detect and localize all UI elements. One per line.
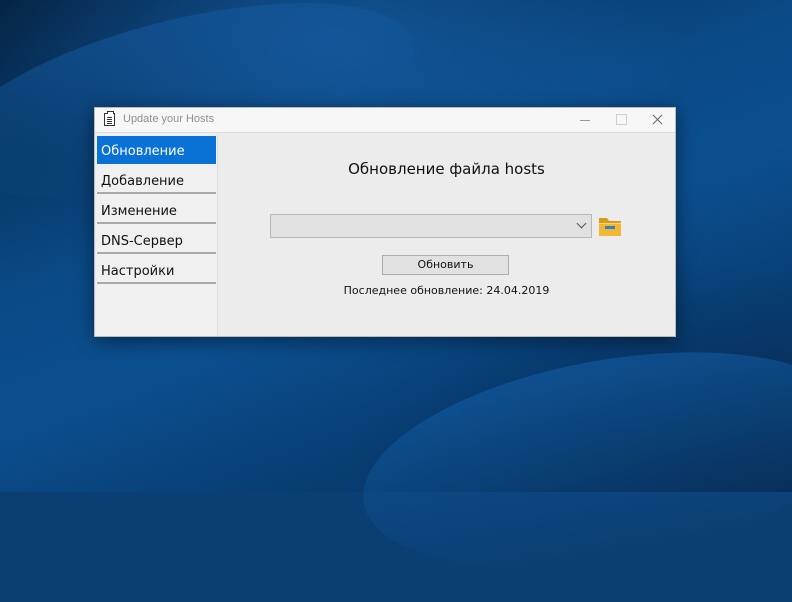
- chevron-down-icon[interactable]: [576, 218, 587, 229]
- sidebar-item-edit[interactable]: Изменение: [97, 196, 216, 224]
- sidebar-item-label: DNS-Сервер: [101, 234, 183, 249]
- main-panel: Обновление файла hosts Обновить Последне…: [218, 133, 675, 336]
- sidebar-item-label: Обновление: [101, 144, 185, 159]
- title-bar[interactable]: Update your Hosts: [95, 108, 675, 133]
- sidebar-item-dns-server[interactable]: DNS-Сервер: [97, 226, 216, 254]
- sidebar-item-update[interactable]: Обновление: [97, 136, 216, 164]
- minimize-button[interactable]: [567, 108, 603, 132]
- sidebar: Обновление Добавление Изменение DNS-Серв…: [95, 133, 218, 336]
- sidebar-item-add[interactable]: Добавление: [97, 166, 216, 194]
- window-title: Update your Hosts: [123, 113, 215, 125]
- close-button[interactable]: [639, 108, 675, 132]
- folder-icon[interactable]: [597, 214, 623, 238]
- sidebar-item-label: Настройки: [101, 264, 175, 279]
- maximize-button[interactable]: [603, 108, 639, 132]
- sidebar-item-label: Добавление: [101, 174, 185, 189]
- page-title: Обновление файла hosts: [348, 160, 545, 178]
- sidebar-item-label: Изменение: [101, 204, 177, 219]
- last-update-status: Последнее обновление: 24.04.2019: [343, 284, 550, 297]
- hosts-source-select[interactable]: [270, 214, 592, 238]
- sidebar-item-settings[interactable]: Настройки: [97, 256, 216, 284]
- notepad-icon: [104, 111, 115, 126]
- app-window: Update your Hosts Обновление Добавление …: [94, 107, 676, 337]
- update-button[interactable]: Обновить: [382, 255, 509, 275]
